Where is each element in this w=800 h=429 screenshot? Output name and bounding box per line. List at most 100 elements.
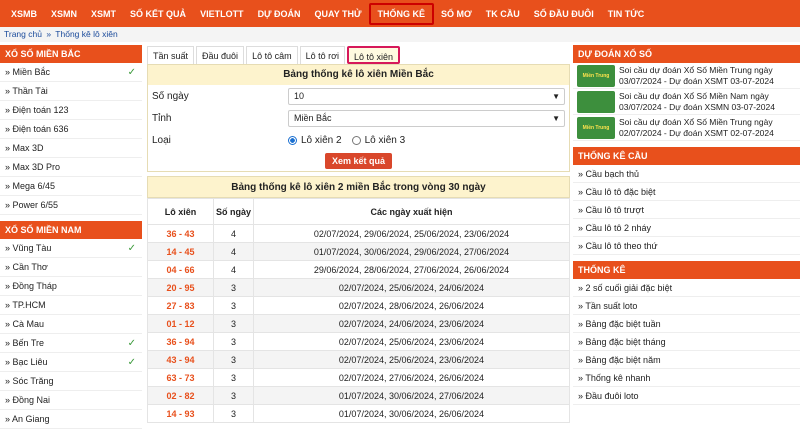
radio-unchecked-icon: [351, 135, 361, 145]
stat-tabs: Tần suất Đầu đuôi Lô tô câm Lô tô rơi Lô…: [147, 42, 570, 64]
days-label: Số ngày: [152, 90, 189, 102]
news-item[interactable]: Soi cầu dự đoán Xổ Số Miền Nam ngày 03/0…: [573, 89, 800, 115]
left-link-mien-bac[interactable]: » Miền Bắc ✓: [0, 63, 142, 82]
left-link-dien-toan-636[interactable]: » Điện toán 636: [0, 120, 142, 139]
tab-lo-to-xien[interactable]: Lô tô xiên: [347, 46, 401, 64]
right-link-dau-duoi-loto[interactable]: Đầu đuôi loto: [573, 387, 800, 405]
table-row: 14 - 45 4 01/07/2024, 30/06/2024, 29/06/20…: [147, 242, 570, 261]
nav-xsmb[interactable]: XSMB: [4, 3, 44, 25]
predict-box-title: DỰ ĐOÁN XỔ SỐ: [573, 45, 800, 63]
news-thumbnail: Miền Trung: [577, 65, 615, 87]
left-link-than-tai[interactable]: » Thần Tài: [0, 82, 142, 101]
province-select[interactable]: Miền Bắc ▼: [288, 109, 565, 127]
nav-quay-thu[interactable]: QUAY THỬ: [308, 3, 369, 25]
table-row: 02 - 82 3 01/07/2024, 30/06/2024, 27/06/20…: [147, 386, 570, 405]
type-label: Loại: [152, 134, 171, 146]
mb-box-title: XỔ SỐ MIỀN BẮC: [0, 45, 142, 63]
form-title: Bảng thống kê lô xiên Miền Bắc: [148, 65, 569, 85]
result-table: Lô xiên Số ngày Các ngày xuất hiện 36 - …: [147, 198, 570, 423]
province-label: Tỉnh: [152, 112, 172, 124]
nav-so-dau-duoi[interactable]: SỐ ĐẦU ĐUÔI: [527, 3, 601, 25]
left-link-power[interactable]: » Power 6/55: [0, 196, 142, 215]
left-link-max-3d[interactable]: » Max 3D: [0, 139, 142, 158]
result-title: Bảng thống kê lô xiên 2 miền Bắc trong v…: [147, 176, 570, 198]
tk-box-title: THỐNG KÊ: [573, 261, 800, 279]
tab-tan-suat[interactable]: Tần suất: [147, 46, 195, 64]
tab-dau-duoi[interactable]: Đầu đuôi: [196, 46, 245, 64]
news-thumbnail: Miền Trung: [577, 117, 615, 139]
left-link-tphcm[interactable]: » TP.HCM: [0, 296, 142, 315]
table-row: 27 - 83 3 02/07/2024, 28/06/2024, 26/06/20…: [147, 296, 570, 315]
days-select[interactable]: 10 ▼: [288, 87, 565, 105]
col-lo-xien: Lô xiên: [147, 198, 214, 225]
left-link-an-giang[interactable]: » An Giang: [0, 410, 142, 429]
left-link-ca-mau[interactable]: » Cà Mau: [0, 315, 142, 334]
breadcrumb-separator: »: [46, 29, 52, 39]
left-link-soc-trang[interactable]: » Sóc Trăng: [0, 372, 142, 391]
right-link-dac-biet-thang[interactable]: Bảng đặc biệt tháng: [573, 333, 800, 351]
news-thumbnail: [577, 91, 615, 113]
nav-so-ket-qua[interactable]: SỐ KẾT QUẢ: [123, 3, 193, 25]
left-link-max-3d-pro[interactable]: » Max 3D Pro: [0, 158, 142, 177]
right-link-dac-biet-tuan[interactable]: Bảng đặc biệt tuần: [573, 315, 800, 333]
left-link-dien-toan-123[interactable]: » Điện toán 123: [0, 101, 142, 120]
right-link-cau-lo-to-2-nhay[interactable]: Cầu lô tô 2 nháy: [573, 219, 800, 237]
left-link-can-tho[interactable]: » Cần Thơ: [0, 258, 142, 277]
news-title[interactable]: Soi cầu dự đoán Xổ Số Miền Trung ngày 03…: [619, 65, 796, 86]
news-item[interactable]: Miền Trung Soi cầu dự đoán Xổ Số Miền Tr…: [573, 115, 800, 141]
check-icon: ✓: [127, 243, 136, 254]
cau-box-title: THỐNG KÊ CẦU: [573, 147, 800, 165]
right-link-cau-lo-to-theo-thu[interactable]: Cầu lô tô theo thứ: [573, 237, 800, 255]
right-link-cau-bach-thu[interactable]: Cầu bạch thủ: [573, 165, 800, 183]
nav-tin-tuc[interactable]: TIN TỨC: [601, 3, 651, 25]
check-icon: ✓: [127, 357, 136, 368]
left-link-dong-nai[interactable]: » Đồng Nai: [0, 391, 142, 410]
main-content: Tần suất Đầu đuôi Lô tô câm Lô tô rơi Lô…: [147, 42, 570, 423]
radio-checked-icon: [288, 135, 297, 145]
right-link-dac-biet-nam[interactable]: Bảng đặc biệt năm: [573, 351, 800, 369]
news-title[interactable]: Soi cầu dự đoán Xổ Số Miền Nam ngày 03/0…: [619, 91, 796, 112]
chevron-down-icon: ▼: [552, 91, 560, 101]
table-row: 36 - 43 4 02/07/2024, 29/06/2024, 25/06/20…: [147, 224, 570, 243]
nav-du-doan[interactable]: DỰ ĐOÁN: [251, 3, 308, 25]
top-nav: XSMB XSMN XSMT SỐ KẾT QUẢ VIETLOTT DỰ ĐO…: [0, 0, 800, 27]
col-ngay-xuat-hien: Các ngày xuất hiện: [253, 198, 570, 225]
table-row: 04 - 66 4 29/06/2024, 28/06/2024, 27/06/20…: [147, 260, 570, 279]
nav-tk-cau[interactable]: TK CẦU: [479, 3, 527, 25]
radio-xien-3[interactable]: Lô xiên 3: [351, 135, 405, 146]
breadcrumb-current[interactable]: Thống kê lô xiên: [55, 29, 117, 39]
breadcrumb-home[interactable]: Trang chủ: [4, 29, 42, 39]
nav-vietlott[interactable]: VIETLOTT: [193, 3, 251, 25]
tab-lo-to-roi[interactable]: Lô tô rơi: [299, 46, 346, 64]
col-so-ngay: Số ngày: [213, 198, 254, 225]
table-row: 36 - 94 3 02/07/2024, 25/06/2024, 23/06/20…: [147, 332, 570, 351]
mn-box-title: XỔ SỐ MIỀN NAM: [0, 221, 142, 239]
table-row: 20 - 95 3 02/07/2024, 25/06/2024, 24/06/20…: [147, 278, 570, 297]
chevron-down-icon: ▼: [552, 113, 560, 123]
left-link-dong-thap[interactable]: » Đồng Tháp: [0, 277, 142, 296]
radio-xien-2[interactable]: Lô xiên 2: [288, 135, 342, 146]
news-item[interactable]: Miền Trung Soi cầu dự đoán Xổ Số Miền Tr…: [573, 63, 800, 89]
news-title[interactable]: Soi cầu dự đoán Xổ Số Miền Trung ngày 02…: [619, 117, 796, 138]
left-link-vung-tau[interactable]: » Vũng Tàu ✓: [0, 239, 142, 258]
right-link-thong-ke-nhanh[interactable]: Thống kê nhanh: [573, 369, 800, 387]
table-row: 43 - 94 3 02/07/2024, 25/06/2024, 23/06/20…: [147, 350, 570, 369]
left-link-mega[interactable]: » Mega 6/45: [0, 177, 142, 196]
table-row: 01 - 12 3 02/07/2024, 24/06/2024, 23/06/20…: [147, 314, 570, 333]
right-link-cau-lo-to-truot[interactable]: Cầu lô tô trượt: [573, 201, 800, 219]
right-link-tan-suat-loto[interactable]: Tần suất loto: [573, 297, 800, 315]
nav-xsmt[interactable]: XSMT: [84, 3, 123, 25]
left-link-bac-lieu[interactable]: » Bạc Liêu ✓: [0, 353, 142, 372]
nav-thong-ke[interactable]: THỐNG KÊ: [368, 2, 435, 25]
right-link-2-so-cuoi[interactable]: 2 số cuối giải đặc biệt: [573, 279, 800, 297]
nav-xsmn[interactable]: XSMN: [44, 3, 84, 25]
check-icon: ✓: [127, 338, 136, 349]
right-link-cau-lo-to-dac-biet[interactable]: Cầu lô tô đặc biệt: [573, 183, 800, 201]
breadcrumb: Trang chủ » Thống kê lô xiên: [0, 27, 800, 42]
nav-so-mo[interactable]: SỔ MƠ: [434, 3, 479, 25]
left-link-ben-tre[interactable]: » Bến Tre ✓: [0, 334, 142, 353]
table-row: 63 - 73 3 02/07/2024, 27/06/2024, 26/06/20…: [147, 368, 570, 387]
check-icon: ✓: [127, 67, 136, 78]
view-results-button[interactable]: Xem kết quả: [324, 153, 393, 169]
tab-lo-to-cam[interactable]: Lô tô câm: [246, 46, 298, 64]
